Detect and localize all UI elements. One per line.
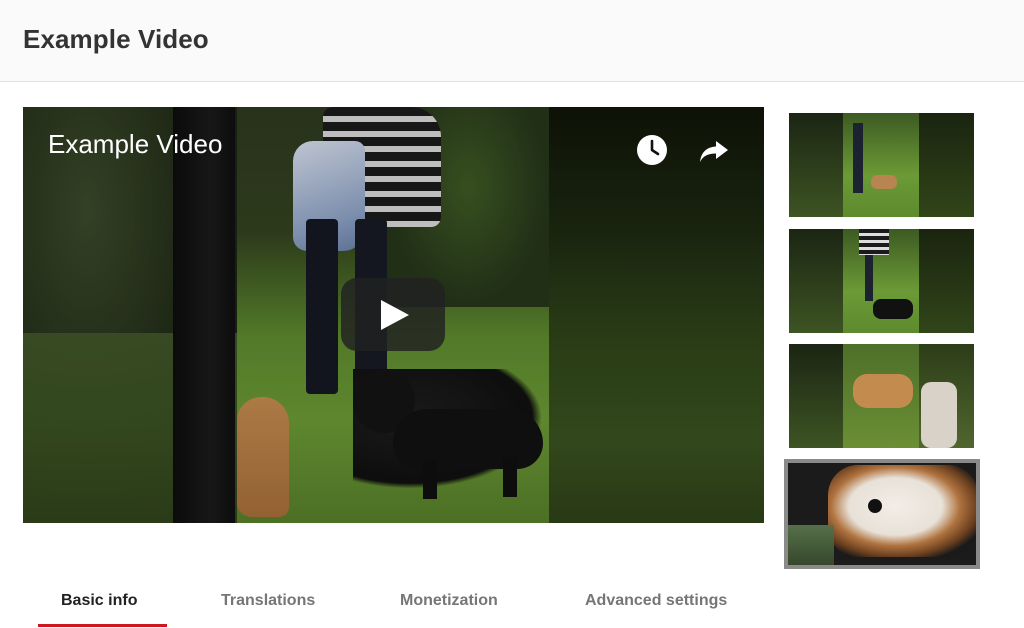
page-title: Example Video [23, 24, 209, 54]
thumbnail-option-1[interactable] [789, 113, 974, 217]
tab-translations[interactable]: Translations [221, 592, 315, 610]
page-header: Example Video [0, 0, 1024, 82]
share-button[interactable] [697, 133, 731, 167]
tab-advanced-settings[interactable]: Advanced settings [585, 592, 727, 610]
watch-later-button[interactable] [635, 133, 669, 167]
clock-icon [637, 135, 667, 165]
active-tab-indicator [38, 624, 167, 627]
player-title[interactable]: Example Video [48, 129, 222, 160]
play-button[interactable] [341, 278, 445, 351]
thumbnail-option-4-selected[interactable] [784, 459, 980, 569]
thumbnail-option-2[interactable] [789, 229, 974, 333]
share-icon [700, 141, 728, 162]
tab-bar: Basic info Translations Monetization Adv… [0, 576, 1024, 628]
thumbnail-option-3[interactable] [789, 344, 974, 448]
play-icon [381, 300, 409, 330]
tab-basic-info[interactable]: Basic info [61, 592, 137, 610]
tab-monetization[interactable]: Monetization [400, 592, 498, 610]
video-player[interactable]: Example Video [23, 107, 764, 523]
